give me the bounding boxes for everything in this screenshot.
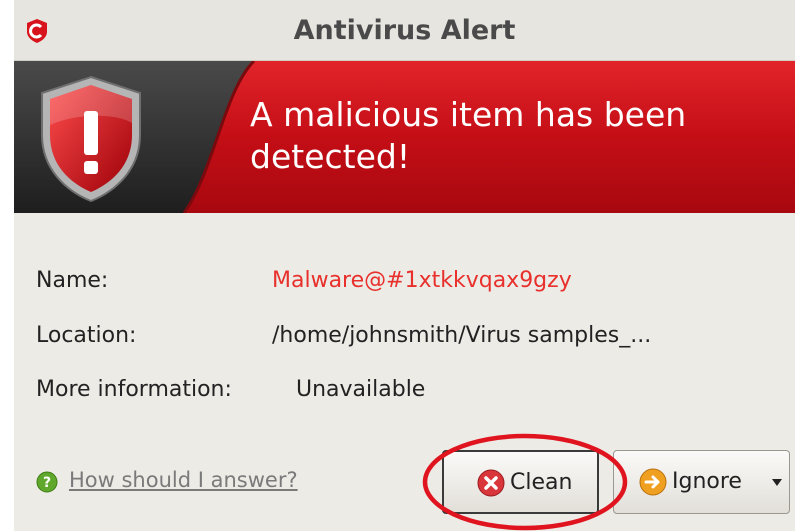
shield-exclamation-icon: [41, 75, 141, 203]
ignore-button[interactable]: Ignore: [613, 450, 790, 514]
caret-down-icon[interactable]: [772, 479, 782, 487]
window-title: Antivirus Alert: [293, 15, 516, 46]
more-info-label: More information:: [36, 377, 232, 402]
clean-label: Clean: [510, 470, 573, 495]
alert-headline: A malicious item has been detected!: [250, 95, 687, 176]
more-info-value: Unavailable: [296, 377, 426, 402]
clean-x-icon: [477, 469, 505, 497]
help-question-icon: ?: [36, 471, 58, 493]
clean-button[interactable]: Clean: [442, 450, 599, 514]
alert-dialog: Antivirus Alert A malicious item has bee…: [14, 0, 795, 531]
help-link[interactable]: How should I answer?: [69, 468, 298, 492]
name-value: Malware@#1xtkkvqax9gzy: [272, 268, 572, 293]
ignore-arrow-icon: [639, 468, 667, 496]
name-label: Name:: [36, 268, 109, 293]
location-value: /home/johnsmith/Virus samples_...: [272, 323, 652, 348]
location-label: Location:: [36, 323, 137, 348]
svg-text:?: ?: [43, 475, 51, 491]
title-bar: Antivirus Alert: [14, 0, 795, 61]
ignore-label: Ignore: [672, 469, 742, 494]
